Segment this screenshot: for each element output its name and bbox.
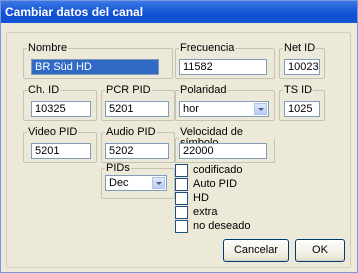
pids-value: Dec — [109, 177, 129, 189]
checkbox-box[interactable] — [175, 206, 188, 219]
checkbox-label: codificado — [193, 164, 243, 176]
dialog-title: Cambiar datos del canal — [5, 5, 144, 19]
ch-id-label: Ch. ID — [28, 84, 60, 96]
dialog-window: Cambiar datos del canal Nombre BR Süd HD… — [0, 0, 358, 273]
chevron-down-icon[interactable] — [152, 177, 165, 189]
nombre-input[interactable]: BR Süd HD — [31, 59, 159, 75]
frecuencia-label: Frecuencia — [180, 42, 235, 54]
checkbox-label: extra — [193, 206, 218, 218]
video-pid-input[interactable]: 5201 — [31, 143, 91, 159]
video-pid-label: Video PID — [28, 126, 78, 138]
checkbox-box[interactable] — [175, 164, 188, 177]
polaridad-value: hor — [183, 103, 199, 115]
title-bar[interactable]: Cambiar datos del canal — [1, 1, 357, 23]
audio-pid-label: Audio PID — [106, 126, 156, 138]
ch-id-input[interactable]: 10325 — [31, 101, 91, 117]
nombre-label: Nombre — [28, 42, 68, 54]
dialog-body: Nombre BR Süd HD Frecuencia 11582 Net ID… — [1, 23, 357, 272]
checkbox-box[interactable] — [175, 178, 188, 191]
pids-select[interactable]: Dec — [105, 175, 167, 191]
net-id-label: Net ID — [284, 42, 316, 54]
pids-label: PIDs — [106, 162, 130, 174]
checkbox-label: HD — [193, 192, 209, 204]
ts-id-label: TS ID — [284, 84, 313, 96]
checkbox-box[interactable] — [175, 220, 188, 233]
polaridad-label: Polaridad — [180, 84, 227, 96]
checkbox-label: no deseado — [193, 220, 251, 232]
pcr-pid-input[interactable]: 5201 — [105, 101, 169, 117]
chevron-down-icon[interactable] — [254, 103, 267, 115]
frecuencia-input[interactable]: 11582 — [179, 59, 267, 75]
audio-pid-input[interactable]: 5202 — [105, 143, 169, 159]
velocidad-input[interactable]: 22000 — [179, 143, 267, 159]
cancel-button[interactable]: Cancelar — [223, 239, 289, 262]
pcr-pid-label: PCR PID — [106, 84, 151, 96]
checkbox-label: Auto PID — [193, 178, 238, 190]
ts-id-input[interactable]: 1025 — [284, 101, 320, 117]
net-id-input[interactable]: 10023 — [284, 59, 320, 75]
checkbox-box[interactable] — [175, 192, 188, 205]
polaridad-select[interactable]: hor — [179, 101, 269, 117]
ok-button[interactable]: OK — [295, 239, 345, 262]
